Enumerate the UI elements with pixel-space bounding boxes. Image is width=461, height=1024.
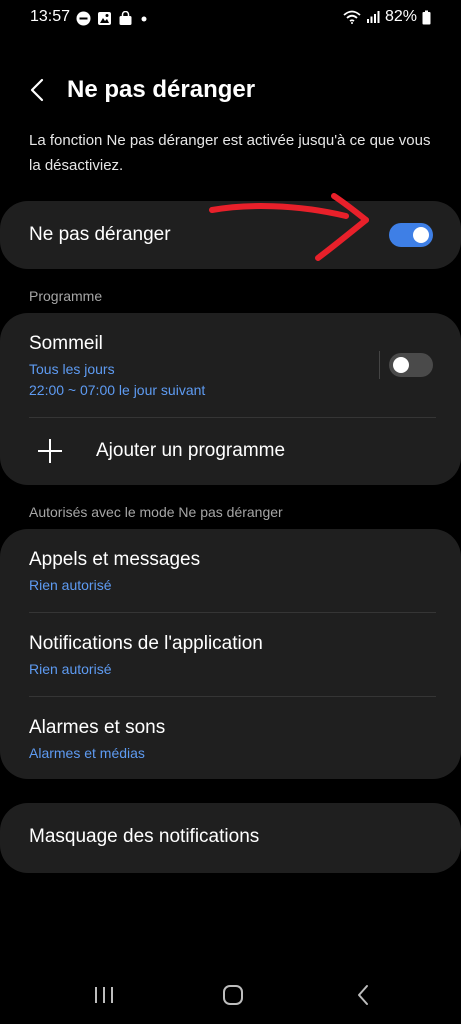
toggle-knob [413,227,429,243]
allowed-item-calls-messages[interactable]: Appels et messages Rien autorisé [0,529,461,612]
dot-icon [141,16,147,21]
shopping-bag-icon [119,10,132,25]
signal-icon [366,11,380,23]
description-text: La fonction Ne pas déranger est activée … [29,132,431,174]
status-bar: 13:57 82% [0,0,461,36]
add-schedule-button[interactable]: Ajouter un programme [0,418,461,485]
battery-text: 82% [384,8,417,25]
battery-icon [422,10,431,24]
hide-notifications-row[interactable]: Masquage des notifications [0,803,461,873]
back-icon[interactable] [350,982,376,1008]
allowed-item-subtitle: Alarmes et médias [29,745,145,761]
vertical-separator [379,351,380,379]
allowed-item-title: Notifications de l'application [29,633,263,654]
schedule-time-range: 22:00 ~ 07:00 le jour suivant [29,382,206,398]
dnd-toggle-switch[interactable] [389,223,433,247]
red-arrow-annotation [209,193,369,261]
schedule-days: Tous les jours [29,361,115,377]
chevron-left-icon[interactable] [24,76,52,104]
recents-icon[interactable] [91,982,117,1008]
header: Ne pas déranger [0,66,461,114]
schedule-toggle-switch[interactable] [389,353,433,377]
allowed-item-subtitle: Rien autorisé [29,661,112,677]
schedule-card: Sommeil Tous les jours 22:00 ~ 07:00 le … [0,313,461,485]
page-title: Ne pas déranger [67,76,256,103]
status-icons-right: 82% [343,8,431,26]
allowed-item-title: Appels et messages [29,549,201,570]
section-label-allowed: Autorisés avec le mode Ne pas déranger [29,504,283,520]
status-time: 13:57 [30,8,71,25]
allowed-item-title: Alarmes et sons [29,717,166,738]
status-icons-left [76,10,149,26]
dnd-icon [76,11,91,25]
allowed-item-alarms-sounds[interactable]: Alarmes et sons Alarmes et médias [0,697,461,779]
add-schedule-label: Ajouter un programme [96,440,286,461]
plus-icon [38,439,62,463]
schedule-title: Sommeil [29,333,103,354]
toggle-knob [393,357,409,373]
gallery-icon [98,11,111,25]
allowed-card: Appels et messages Rien autorisé Notific… [0,529,461,779]
allowed-item-subtitle: Rien autorisé [29,577,112,593]
hide-notifications-label: Masquage des notifications [29,826,260,847]
wifi-icon [343,10,361,24]
navigation-bar [0,966,461,1024]
home-icon[interactable] [220,982,246,1008]
section-label-programme: Programme [29,288,103,304]
allowed-item-app-notifications[interactable]: Notifications de l'application Rien auto… [0,613,461,696]
dnd-toggle-label: Ne pas déranger [29,224,171,245]
